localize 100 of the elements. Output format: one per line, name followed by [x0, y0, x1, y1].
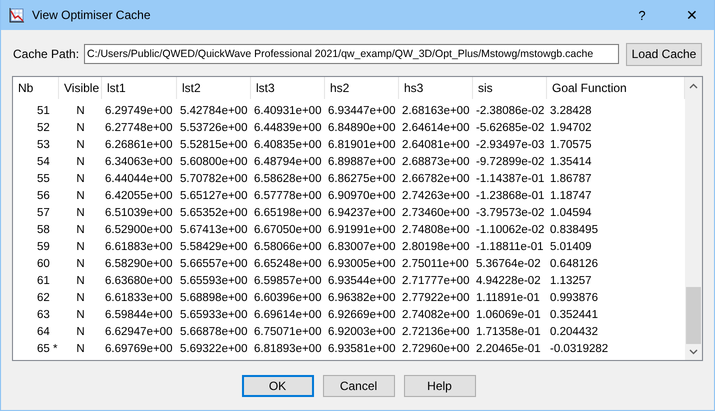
table-cell-text: 5.42784e+00	[179, 104, 248, 116]
table-cell-text: 6.69614e+00	[253, 308, 322, 320]
table-cell-text: 5.68898e+00	[179, 292, 248, 304]
table-cell-text: 5.53726e+00	[179, 122, 248, 134]
table-cell-text: 5.01409	[549, 240, 593, 252]
table-cell-text: 6.62947e+00	[104, 326, 174, 338]
cache-path-field[interactable]: C:/Users/Public/QWED/QuickWave Professional 2021/qw_examp/QW_3D/Opt_Plus/Mstowg/mstowgb.cache	[84, 44, 619, 64]
table-cell-text: 2.77922e+00	[401, 292, 470, 304]
table-cell-text: 2.73460e+00	[401, 206, 470, 218]
table-cell-text: 5.58429e+00	[179, 240, 248, 252]
chart-icon	[9, 7, 25, 23]
table-cell-text: 64	[36, 326, 51, 338]
table-cell-text: 0.993876	[549, 292, 599, 304]
table-cell-text: 55	[36, 172, 51, 184]
table-cell-text: 6.92669e+00	[327, 308, 396, 320]
table-cell-text: 6.27748e+00	[104, 122, 174, 134]
table-cell-text: 6.69769e+00	[104, 342, 174, 354]
table-cell-text: N	[75, 104, 86, 116]
table-cell-text: N	[75, 156, 86, 168]
table-cell-text: 2.75011e+00	[401, 258, 470, 270]
table-cell-text: N	[75, 138, 86, 150]
table-cell-text: N	[75, 258, 86, 270]
table-cell-text: 6.93447e+00	[327, 104, 396, 116]
column-header[interactable]: Visible	[59, 77, 102, 99]
table-cell-text: 53	[36, 138, 51, 150]
table-cell-text: 5.52815e+00	[179, 138, 248, 150]
table-cell-text: 6.58628e+00	[253, 172, 322, 184]
table-cell-text: 6.96382e+00	[327, 292, 396, 304]
help-button[interactable]: ?	[622, 0, 662, 30]
table-cell-text: 2.20465e-01	[475, 342, 542, 354]
table-cell-text: -0.0319282	[549, 342, 610, 354]
table-cell-text: 6.58290e+00	[104, 258, 174, 270]
table-cell-text: 1.13257	[549, 274, 593, 286]
dialog-button[interactable]: Cancel	[322, 375, 394, 397]
table-cell-text: 6.59857e+00	[253, 274, 322, 286]
table-cell-text: -2.93497e-03	[475, 138, 546, 150]
column-header[interactable]: Nb	[13, 77, 59, 99]
table-cell-text: N	[75, 292, 86, 304]
table-cell-text: 0.838495	[549, 224, 599, 236]
table-cell-text: 6.89887e+00	[327, 156, 396, 168]
table-cell-text: 2.64614e+00	[401, 122, 470, 134]
column-header[interactable]: hs2	[325, 77, 399, 99]
table-cell-text: 2.74263e+00	[401, 190, 470, 202]
table-cell-text: 6.57778e+00	[253, 190, 322, 202]
column-header[interactable]: sis	[473, 77, 547, 99]
table-cell-text: 6.58066e+00	[253, 240, 322, 252]
table-cell-text: 6.44839e+00	[253, 122, 322, 134]
table-cell-text: -1.18811e-01	[475, 240, 545, 252]
table-cell-text: 6.40835e+00	[253, 138, 322, 150]
column-header[interactable]: lst3	[251, 77, 325, 99]
table-cell-text: 6.92003e+00	[327, 326, 396, 338]
table-cell-text: 60	[36, 258, 51, 270]
table-cell-text: 2.68163e+00	[401, 104, 470, 116]
column-header[interactable]: hs3	[399, 77, 473, 99]
table-cell-text: 3.28428	[549, 104, 593, 116]
close-button[interactable]: ✕	[670, 0, 714, 30]
column-header[interactable]: lst2	[177, 77, 251, 99]
table-cell-text: 6.67050e+00	[253, 224, 322, 236]
table-cell-text: 6.86275e+00	[327, 172, 396, 184]
table-cell-text: 1.70575	[549, 138, 593, 150]
table-cell-text: 2.80198e+00	[401, 240, 470, 252]
column-header[interactable]: lst1	[102, 77, 177, 99]
table-cell-text: 63	[36, 308, 51, 320]
table-cell-text: N	[75, 172, 86, 184]
table-cell-text: 5.36764e-02	[475, 258, 542, 270]
dialog-button[interactable]: OK	[242, 375, 314, 397]
table-cell-text: 56	[36, 190, 51, 202]
table-cell-text: 6.84890e+00	[327, 122, 396, 134]
table-cell-text: 5.65593e+00	[179, 274, 248, 286]
table-cell-text: 1.04594	[549, 206, 593, 218]
scroll-thumb[interactable]	[686, 287, 701, 344]
table-cell-text: 6.65248e+00	[253, 258, 322, 270]
table-cell-text: 1.94702	[549, 122, 593, 134]
table-cell-text: 59	[36, 240, 51, 252]
table-cell-text: 1.18747	[549, 190, 593, 202]
table-cell-text: 5.65127e+00	[179, 190, 248, 202]
table-cell-text: 0.204432	[549, 326, 599, 338]
load-cache-button[interactable]: Load Cache	[626, 42, 702, 66]
table-cell-text: N	[75, 224, 86, 236]
table-cell-text: 4.94228e-02	[475, 274, 542, 286]
table-cell-text: 2.72960e+00	[401, 342, 470, 354]
table-cell-text: 2.74082e+00	[401, 308, 470, 320]
table-cell-text: 6.91991e+00	[327, 224, 396, 236]
table-cell-text: 6.61833e+00	[104, 292, 174, 304]
dialog-button[interactable]: Help	[404, 375, 476, 397]
table-cell-text: N	[75, 206, 86, 218]
scrollbar[interactable]	[685, 77, 702, 360]
table-cell-text: 5.65933e+00	[179, 308, 248, 320]
table-cell-text: 5.67413e+00	[179, 224, 248, 236]
table-cell-text: 1.86787	[549, 172, 593, 184]
table-cell-text: 1.71358e-01	[475, 326, 542, 338]
table-cell-text: 6.59844e+00	[104, 308, 174, 320]
table-cell-text: -1.14387e-01	[475, 172, 546, 184]
table-cell-text: 62	[36, 292, 51, 304]
table-cell-text: -9.72899e-02	[475, 156, 546, 168]
table-cell-text: 6.60396e+00	[253, 292, 322, 304]
table-cell-text: 1.35414	[549, 156, 593, 168]
table-cell-text: 6.26861e+00	[104, 138, 174, 150]
table-cell-text: N	[75, 190, 86, 202]
table-cell-text: 6.51039e+00	[104, 206, 174, 218]
